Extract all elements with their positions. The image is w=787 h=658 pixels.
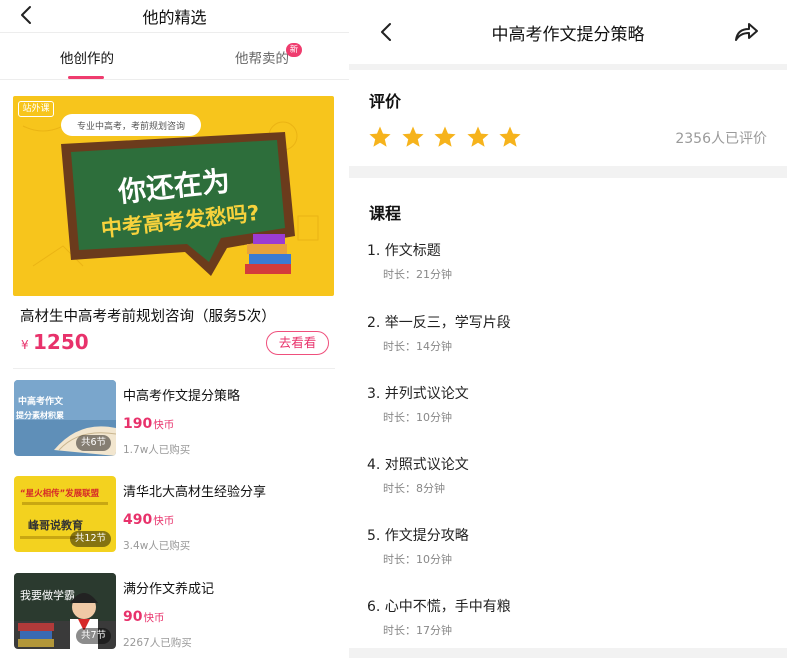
lesson-item[interactable]: 3. 并列式议论文 时长：10分钟 (367, 383, 767, 425)
rating-section: 评价 2356人已评价 (349, 70, 787, 166)
course-item[interactable]: 我要做学霸 共7节 满分作文养成记 90快币 2267人已购买 (14, 573, 336, 651)
course-title: 清华北大高材生经验分享 (123, 485, 267, 500)
star-icon (499, 126, 521, 147)
star-rating (368, 125, 531, 149)
course-item[interactable]: “星火相传”发展联盟 峰哥说教育 共12节 清华北大高材生经验分享 490快币 … (14, 476, 336, 554)
active-tab-indicator (68, 76, 104, 79)
featured-price: 1250 (33, 330, 89, 354)
star-icon (466, 126, 489, 147)
lesson-title: 4. 对照式议论文 (367, 457, 469, 473)
lesson-duration: 时长：14分钟 (383, 340, 452, 353)
thumb-caption: “星火相传”发展联盟 (20, 488, 100, 499)
lesson-item[interactable]: 4. 对照式议论文 时长：8分钟 (367, 454, 767, 496)
tab-helped-sell[interactable]: 他帮卖的 (235, 47, 289, 67)
lesson-title: 6. 心中不慌，手中有粮 (367, 599, 511, 615)
lesson-duration: 时长：21分钟 (383, 268, 452, 281)
course-thumbnail: 我要做学霸 共7节 (14, 573, 116, 649)
lesson-title: 5. 作文提分攻略 (367, 528, 469, 544)
banner-illustration: 专业中高考，考前规划咨询 你还在为 中考高考发愁吗? (13, 96, 334, 296)
course-title: 中高考作文提分策略 (123, 389, 241, 404)
course-item[interactable]: 中高考作文 提分素材积累 共6节 中高考作文提分策略 190快币 1.7w人已购… (14, 380, 336, 458)
thumb-caption: 我要做学霸 (20, 588, 75, 602)
lesson-count-badge: 共7节 (75, 628, 111, 644)
rating-count: 2356人已评价 (675, 131, 767, 147)
left-header: 他的精选 (0, 0, 349, 32)
sold-count: 2267人已购买 (123, 637, 192, 649)
lesson-title: 2. 举一反三，学写片段 (367, 315, 511, 331)
banner-subtitle: 专业中高考，考前规划咨询 (77, 120, 185, 131)
offsite-course-tag: 站外课 (18, 101, 54, 117)
price-value: 190 (123, 416, 153, 432)
price-unit: 快币 (153, 419, 175, 431)
course-list-section: 课程 1. 作文标题 时长：21分钟 2. 举一反三，学写片段 时长：14分钟 … (349, 178, 787, 648)
lesson-item[interactable]: 1. 作文标题 时长：21分钟 (367, 240, 767, 282)
creator-selection-panel: 他的精选 他创作的 他帮卖的 新 专业中高考，考前规划咨询 你还在为 中考高考发… (0, 0, 349, 658)
share-icon[interactable] (733, 20, 759, 44)
sold-count: 3.4w人已购买 (123, 540, 191, 552)
lesson-duration: 时长：10分钟 (383, 411, 452, 424)
new-badge: 新 (286, 43, 302, 57)
lesson-title: 3. 并列式议论文 (367, 386, 469, 402)
lesson-duration: 时长：10分钟 (383, 553, 452, 566)
price-unit: 快币 (143, 612, 165, 624)
page-title: 他的精选 (142, 8, 207, 27)
course-thumbnail: “星火相传”发展联盟 峰哥说教育 共12节 (14, 476, 116, 552)
star-icon (434, 126, 456, 147)
price-value: 90 (123, 609, 143, 625)
star-icon (369, 126, 391, 147)
lesson-title: 1. 作文标题 (367, 243, 441, 259)
featured-banner-image[interactable]: 专业中高考，考前规划咨询 你还在为 中考高考发愁吗? (13, 96, 334, 296)
right-header: 中高考作文提分策略 (349, 0, 787, 64)
featured-currency: ¥ (21, 338, 29, 352)
course-price: 90快币 (123, 609, 164, 625)
thumb-caption: 中高考作文 (18, 395, 64, 407)
course-price: 190快币 (123, 416, 174, 432)
go-look-button[interactable]: 去看看 (266, 331, 329, 355)
lesson-item[interactable]: 5. 作文提分攻略 时长：10分钟 (367, 525, 767, 567)
course-detail-panel: 中高考作文提分策略 评价 2356人已评价 课程 1. 作文标题 时长：21分钟… (349, 0, 787, 658)
course-section-title: 课程 (369, 204, 402, 223)
price-value: 490 (123, 512, 153, 528)
lesson-item[interactable]: 6. 心中不慌，手中有粮 时长：17分钟 (367, 596, 767, 638)
rating-section-title: 评价 (369, 92, 402, 111)
sold-count: 1.7w人已购买 (123, 444, 191, 456)
lesson-item[interactable]: 2. 举一反三，学写片段 时长：14分钟 (367, 312, 767, 354)
divider (13, 368, 335, 369)
lesson-duration: 时长：8分钟 (383, 482, 445, 495)
star-icon (401, 126, 424, 147)
lesson-count-badge: 共12节 (69, 531, 111, 547)
course-price: 490快币 (123, 512, 174, 528)
thumb-caption: 提分素材积累 (16, 410, 64, 420)
featured-title[interactable]: 高材生中高考考前规划咨询（服务5次） (20, 305, 276, 326)
course-detail-title: 中高考作文提分策略 (491, 25, 645, 45)
tab-created[interactable]: 他创作的 (60, 47, 114, 67)
course-title: 满分作文养成记 (123, 582, 215, 597)
course-thumbnail: 中高考作文 提分素材积累 共6节 (14, 380, 116, 456)
price-unit: 快币 (153, 515, 175, 527)
lesson-duration: 时长：17分钟 (383, 624, 452, 637)
thumb-caption: 峰哥说教育 (28, 518, 83, 532)
lesson-count-badge: 共6节 (75, 435, 111, 451)
